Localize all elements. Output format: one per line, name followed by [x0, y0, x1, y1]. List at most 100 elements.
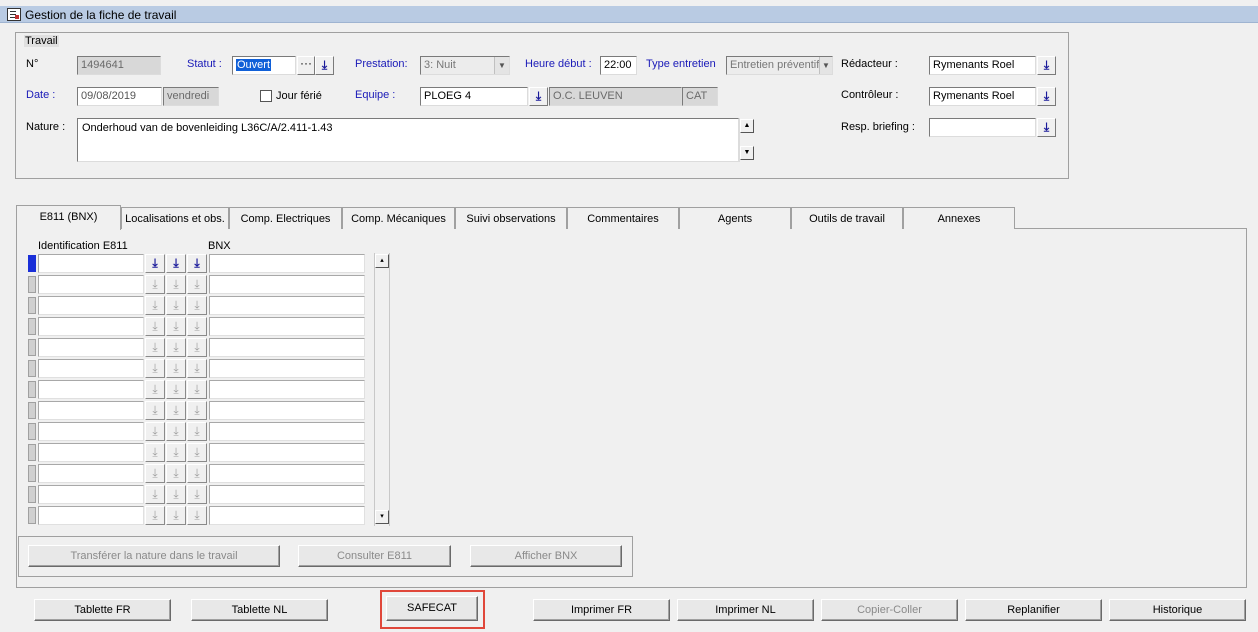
row-marker[interactable] — [28, 339, 36, 356]
heure-debut-field[interactable]: 22:00 — [600, 56, 637, 75]
row-marker[interactable] — [28, 276, 36, 293]
row-marker[interactable] — [28, 486, 36, 503]
bnx-cell[interactable] — [209, 296, 365, 315]
row-dropdown-icon[interactable]: ⤓ — [145, 506, 165, 525]
bnx-cell[interactable] — [209, 380, 365, 399]
identification-e811-cell[interactable] — [38, 317, 144, 336]
row-dropdown-icon[interactable]: ⤓ — [166, 296, 186, 315]
row-dropdown-icon[interactable]: ⤓ — [145, 422, 165, 441]
table-row[interactable]: ⤓ ⤓ ⤓ — [28, 400, 368, 421]
table-row[interactable]: ⤓ ⤓ ⤓ — [28, 253, 368, 274]
nature-textarea[interactable]: Onderhoud van de bovenleiding L36C/A/2.4… — [77, 118, 739, 162]
statut-more-button[interactable]: ··· — [297, 56, 315, 75]
scroll-up-icon[interactable]: ▴ — [375, 254, 389, 268]
row-marker[interactable] — [28, 444, 36, 461]
identification-e811-cell[interactable] — [38, 401, 144, 420]
row-marker[interactable] — [28, 318, 36, 335]
row-marker[interactable] — [28, 360, 36, 377]
table-row[interactable]: ⤓ ⤓ ⤓ — [28, 274, 368, 295]
table-row[interactable]: ⤓ ⤓ ⤓ — [28, 337, 368, 358]
row-dropdown-icon[interactable]: ⤓ — [145, 401, 165, 420]
identification-e811-cell[interactable] — [38, 254, 144, 273]
identification-e811-cell[interactable] — [38, 443, 144, 462]
row-dropdown-icon[interactable]: ⤓ — [187, 338, 207, 357]
row-dropdown-icon[interactable]: ⤓ — [166, 254, 186, 273]
prestation-chevron-down-icon[interactable]: ▼ — [494, 57, 509, 74]
prestation-select[interactable]: 3: Nuit ▼ — [420, 56, 510, 75]
table-row[interactable]: ⤓ ⤓ ⤓ — [28, 295, 368, 316]
row-dropdown-icon[interactable]: ⤓ — [166, 380, 186, 399]
row-marker[interactable] — [28, 297, 36, 314]
scroll-down-icon[interactable]: ▼ — [740, 146, 754, 160]
resp-briefing-field[interactable] — [929, 118, 1036, 137]
row-dropdown-icon[interactable]: ⤓ — [145, 464, 165, 483]
statut-dropdown-icon[interactable]: ⤓ — [315, 56, 334, 75]
row-dropdown-icon[interactable]: ⤓ — [145, 296, 165, 315]
table-row[interactable]: ⤓ ⤓ ⤓ — [28, 316, 368, 337]
date-label[interactable]: Date : — [26, 89, 55, 101]
row-dropdown-icon[interactable]: ⤓ — [145, 443, 165, 462]
resp-briefing-dropdown-icon[interactable]: ⤓ — [1037, 118, 1056, 137]
replanifier-button[interactable]: Replanifier — [965, 599, 1102, 621]
identification-e811-cell[interactable] — [38, 422, 144, 441]
row-marker[interactable] — [28, 507, 36, 524]
identification-e811-cell[interactable] — [38, 338, 144, 357]
redacteur-dropdown-icon[interactable]: ⤓ — [1037, 56, 1056, 75]
row-dropdown-icon[interactable]: ⤓ — [166, 422, 186, 441]
row-dropdown-icon[interactable]: ⤓ — [187, 254, 207, 273]
table-row[interactable]: ⤓ ⤓ ⤓ — [28, 379, 368, 400]
prestation-label[interactable]: Prestation: — [355, 58, 408, 70]
controleur-field[interactable]: Rymenants Roel — [929, 87, 1036, 106]
row-dropdown-icon[interactable]: ⤓ — [145, 254, 165, 273]
row-marker[interactable] — [28, 255, 36, 272]
table-row[interactable]: ⤓ ⤓ ⤓ — [28, 421, 368, 442]
row-dropdown-icon[interactable]: ⤓ — [187, 464, 207, 483]
row-dropdown-icon[interactable]: ⤓ — [166, 443, 186, 462]
type-entretien-select[interactable]: Entretien préventif ▼ — [726, 56, 833, 75]
bnx-cell[interactable] — [209, 254, 365, 273]
row-marker[interactable] — [28, 423, 36, 440]
jour-ferie-checkbox[interactable] — [260, 90, 272, 102]
bnx-cell[interactable] — [209, 506, 365, 525]
row-dropdown-icon[interactable]: ⤓ — [187, 401, 207, 420]
tab-suivi-observations[interactable]: Suivi observations — [455, 207, 567, 229]
tablette-fr-button[interactable]: Tablette FR — [34, 599, 171, 621]
row-dropdown-icon[interactable]: ⤓ — [166, 338, 186, 357]
scroll-down-icon[interactable]: ▾ — [375, 510, 389, 524]
scroll-up-icon[interactable]: ▲ — [740, 119, 754, 133]
row-dropdown-icon[interactable]: ⤓ — [145, 380, 165, 399]
equipe-field[interactable]: PLOEG 4 — [420, 87, 528, 106]
tab-localisations[interactable]: Localisations et obs. — [121, 207, 229, 229]
redacteur-field[interactable]: Rymenants Roel — [929, 56, 1036, 75]
identification-e811-cell[interactable] — [38, 506, 144, 525]
identification-e811-cell[interactable] — [38, 380, 144, 399]
controleur-dropdown-icon[interactable]: ⤓ — [1037, 87, 1056, 106]
tab-comp-mecaniques[interactable]: Comp. Mécaniques — [342, 207, 455, 229]
statut-label[interactable]: Statut : — [187, 58, 222, 70]
bnx-cell[interactable] — [209, 443, 365, 462]
row-dropdown-icon[interactable]: ⤓ — [187, 380, 207, 399]
row-marker[interactable] — [28, 381, 36, 398]
identification-e811-cell[interactable] — [38, 359, 144, 378]
row-dropdown-icon[interactable]: ⤓ — [187, 485, 207, 504]
row-dropdown-icon[interactable]: ⤓ — [187, 422, 207, 441]
row-dropdown-icon[interactable]: ⤓ — [145, 338, 165, 357]
transferer-nature-button[interactable]: Transférer la nature dans le travail — [28, 545, 280, 567]
tab-annexes[interactable]: Annexes — [903, 207, 1015, 229]
type-entretien-chevron-down-icon[interactable]: ▼ — [819, 57, 832, 74]
row-dropdown-icon[interactable]: ⤓ — [166, 506, 186, 525]
bnx-cell[interactable] — [209, 401, 365, 420]
tab-commentaires[interactable]: Commentaires — [567, 207, 679, 229]
row-dropdown-icon[interactable]: ⤓ — [166, 275, 186, 294]
table-row[interactable]: ⤓ ⤓ ⤓ — [28, 358, 368, 379]
bnx-cell[interactable] — [209, 275, 365, 294]
grid-scrollbar[interactable]: ▴ ▾ — [374, 253, 390, 526]
afficher-bnx-button[interactable]: Afficher BNX — [470, 545, 622, 567]
row-dropdown-icon[interactable]: ⤓ — [166, 359, 186, 378]
tab-comp-electriques[interactable]: Comp. Electriques — [229, 207, 342, 229]
row-marker[interactable] — [28, 402, 36, 419]
tablette-nl-button[interactable]: Tablette NL — [191, 599, 328, 621]
row-dropdown-icon[interactable]: ⤓ — [187, 317, 207, 336]
bnx-cell[interactable] — [209, 464, 365, 483]
row-dropdown-icon[interactable]: ⤓ — [145, 485, 165, 504]
